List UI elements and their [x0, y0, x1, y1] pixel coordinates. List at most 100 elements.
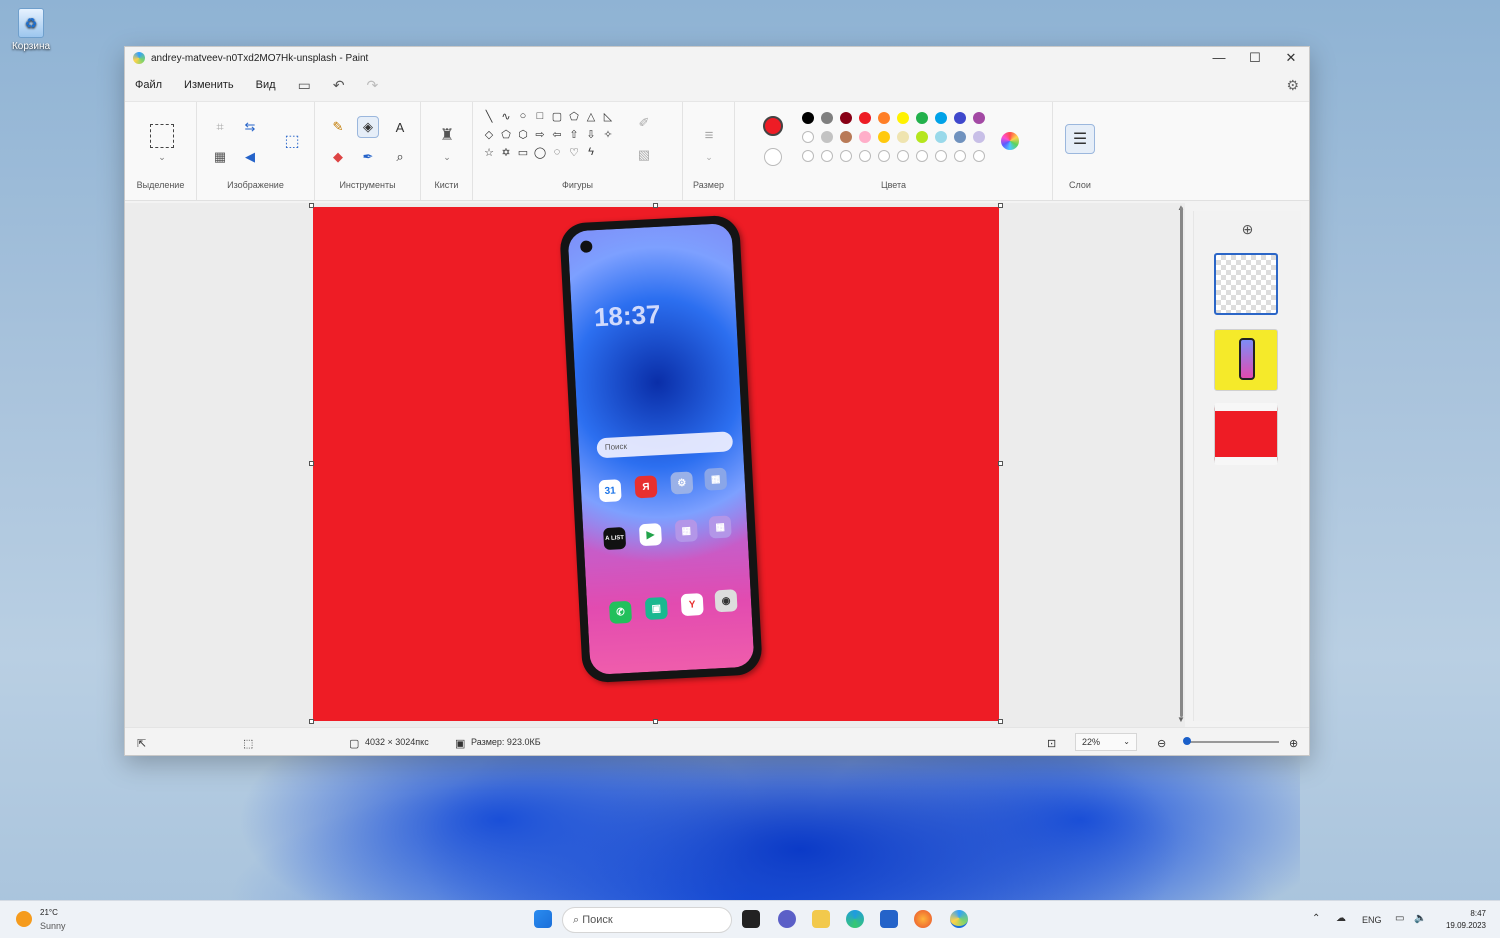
vertical-scrollbar[interactable] [1180, 207, 1183, 717]
resize-handle[interactable] [309, 461, 314, 466]
fill-bucket-icon[interactable]: ◈ [357, 116, 379, 138]
callout-oval-shape-icon[interactable]: ◯ [532, 146, 548, 159]
resize-handle[interactable] [309, 203, 314, 208]
resize-handle[interactable] [309, 719, 314, 724]
callout-cloud-shape-icon[interactable]: ◌ [549, 146, 565, 158]
start-button-icon[interactable] [534, 910, 552, 928]
settings-icon[interactable]: ⚙ [1286, 77, 1299, 94]
resize-handle[interactable] [653, 203, 658, 208]
color-swatch[interactable] [840, 131, 852, 143]
layer-thumbnail-red[interactable] [1214, 403, 1278, 465]
eraser-icon[interactable]: ◆ [327, 146, 349, 168]
fit-to-window-icon[interactable]: ⊡ [1047, 737, 1056, 750]
menu-file[interactable]: Файл [135, 79, 162, 91]
zoom-dropdown[interactable]: 22% ⌄ [1075, 733, 1137, 751]
color-swatch[interactable] [935, 131, 947, 143]
close-button[interactable]: ✕ [1273, 50, 1309, 66]
color-swatch[interactable] [859, 131, 871, 143]
recycle-bin-shortcut[interactable]: ♻ Корзина [6, 6, 56, 52]
callout-rect-shape-icon[interactable]: ▭ [515, 146, 531, 159]
resize-handle[interactable] [998, 461, 1003, 466]
color-swatch[interactable] [821, 131, 833, 143]
color-swatch[interactable] [916, 131, 928, 143]
custom-color-slot[interactable] [859, 150, 871, 162]
magnifier-icon[interactable]: ⌕ [389, 146, 411, 168]
custom-color-slot[interactable] [954, 150, 966, 162]
hexagon-shape-icon[interactable]: ⬡ [515, 128, 531, 141]
arrow-down-shape-icon[interactable]: ⇩ [583, 128, 599, 141]
color-swatch[interactable] [897, 131, 909, 143]
resize-icon[interactable]: ⇆ [239, 116, 261, 138]
weather-temperature[interactable]: 21°C [40, 908, 58, 917]
color-swatch[interactable] [973, 112, 985, 124]
right-triangle-shape-icon[interactable]: ◺ [600, 110, 616, 123]
lightning-shape-icon[interactable]: ϟ [583, 146, 599, 158]
color-swatch[interactable] [878, 131, 890, 143]
oval-shape-icon[interactable]: ○ [515, 110, 531, 122]
volume-icon[interactable]: 🔈 [1414, 913, 1426, 924]
color-swatch[interactable] [916, 112, 928, 124]
menu-view[interactable]: Вид [256, 79, 276, 91]
color-swatch[interactable] [878, 112, 890, 124]
arrow-up-shape-icon[interactable]: ⇧ [566, 128, 582, 141]
onedrive-cloud-icon[interactable]: ☁ [1336, 913, 1346, 924]
drawing-canvas[interactable]: 18:37 Поиск 31 Я ⚙ ▦ A LIST ▶ ▦ ▦ ✆ ▣ Y … [313, 207, 999, 721]
color-swatch[interactable] [859, 112, 871, 124]
brush-icon[interactable]: ♜ [436, 124, 458, 146]
zoom-slider-thumb[interactable] [1183, 737, 1191, 745]
color-swatch[interactable] [973, 131, 985, 143]
color-swatch[interactable] [802, 131, 814, 143]
polygon-shape-icon[interactable]: ⬠ [566, 110, 582, 123]
chevron-down-icon[interactable]: ⌄ [698, 146, 720, 168]
triangle-shape-icon[interactable]: △ [583, 110, 599, 123]
clock[interactable]: 8:47 19.09.2023 [1440, 909, 1486, 930]
layer-thumbnail-transparent[interactable] [1214, 253, 1278, 315]
save-icon[interactable]: ▭ [298, 77, 311, 94]
rotate-icon[interactable]: ◀ [239, 146, 261, 168]
redo-icon[interactable]: ↷ [367, 77, 379, 94]
curve-shape-icon[interactable]: ∿ [498, 110, 514, 123]
taskbar-search[interactable]: ⌕ Поиск [562, 907, 732, 933]
line-size-icon[interactable]: ≡ [698, 124, 720, 146]
zoom-slider-track[interactable] [1189, 741, 1279, 743]
five-point-star-shape-icon[interactable]: ☆ [481, 146, 497, 159]
firefox-icon[interactable] [914, 910, 932, 928]
zoom-out-icon[interactable]: ⊖ [1157, 737, 1166, 750]
layers-icon[interactable]: ☰ [1065, 124, 1095, 154]
microsoft-store-icon[interactable] [880, 910, 898, 928]
outline-icon[interactable]: ✐ [633, 112, 655, 134]
custom-color-slot[interactable] [840, 150, 852, 162]
arrow-right-shape-icon[interactable]: ⇨ [532, 128, 548, 141]
six-point-star-shape-icon[interactable]: ✡ [498, 146, 514, 159]
color-swatch[interactable] [840, 112, 852, 124]
custom-color-slot[interactable] [916, 150, 928, 162]
add-layer-icon[interactable]: ⊕ [1194, 221, 1301, 238]
heart-shape-icon[interactable]: ♡ [566, 146, 582, 159]
color-swatch[interactable] [802, 112, 814, 124]
minimize-button[interactable]: — [1201, 50, 1237, 66]
chevron-down-icon[interactable]: ⌄ [151, 146, 173, 168]
secondary-color-swatch[interactable] [764, 148, 782, 166]
pencil-icon[interactable]: ✎ [327, 116, 349, 138]
custom-color-slot[interactable] [973, 150, 985, 162]
weather-condition[interactable]: Sunny [40, 921, 66, 931]
weather-sun-icon[interactable] [16, 911, 32, 927]
file-explorer-icon[interactable] [812, 910, 830, 928]
color-swatch[interactable] [954, 131, 966, 143]
custom-color-slot[interactable] [878, 150, 890, 162]
network-icon[interactable]: ▭ [1395, 913, 1404, 924]
rounded-rectangle-shape-icon[interactable]: ▢ [549, 110, 565, 123]
pentagon-shape-icon[interactable]: ⬠ [498, 128, 514, 141]
selection-rect-icon[interactable] [150, 124, 174, 148]
line-shape-icon[interactable]: ╲ [481, 110, 497, 123]
resize-handle[interactable] [998, 203, 1003, 208]
layer-thumbnail-phone[interactable] [1214, 329, 1278, 391]
primary-color-swatch[interactable] [763, 116, 783, 136]
teams-chat-icon[interactable] [778, 910, 796, 928]
four-point-star-shape-icon[interactable]: ✧ [600, 128, 616, 141]
background-remove-icon[interactable]: ▦ [209, 146, 231, 168]
shape-fill-icon[interactable]: ▧ [633, 144, 655, 166]
resize-handle[interactable] [998, 719, 1003, 724]
undo-icon[interactable]: ↶ [333, 77, 345, 94]
color-swatch[interactable] [821, 112, 833, 124]
